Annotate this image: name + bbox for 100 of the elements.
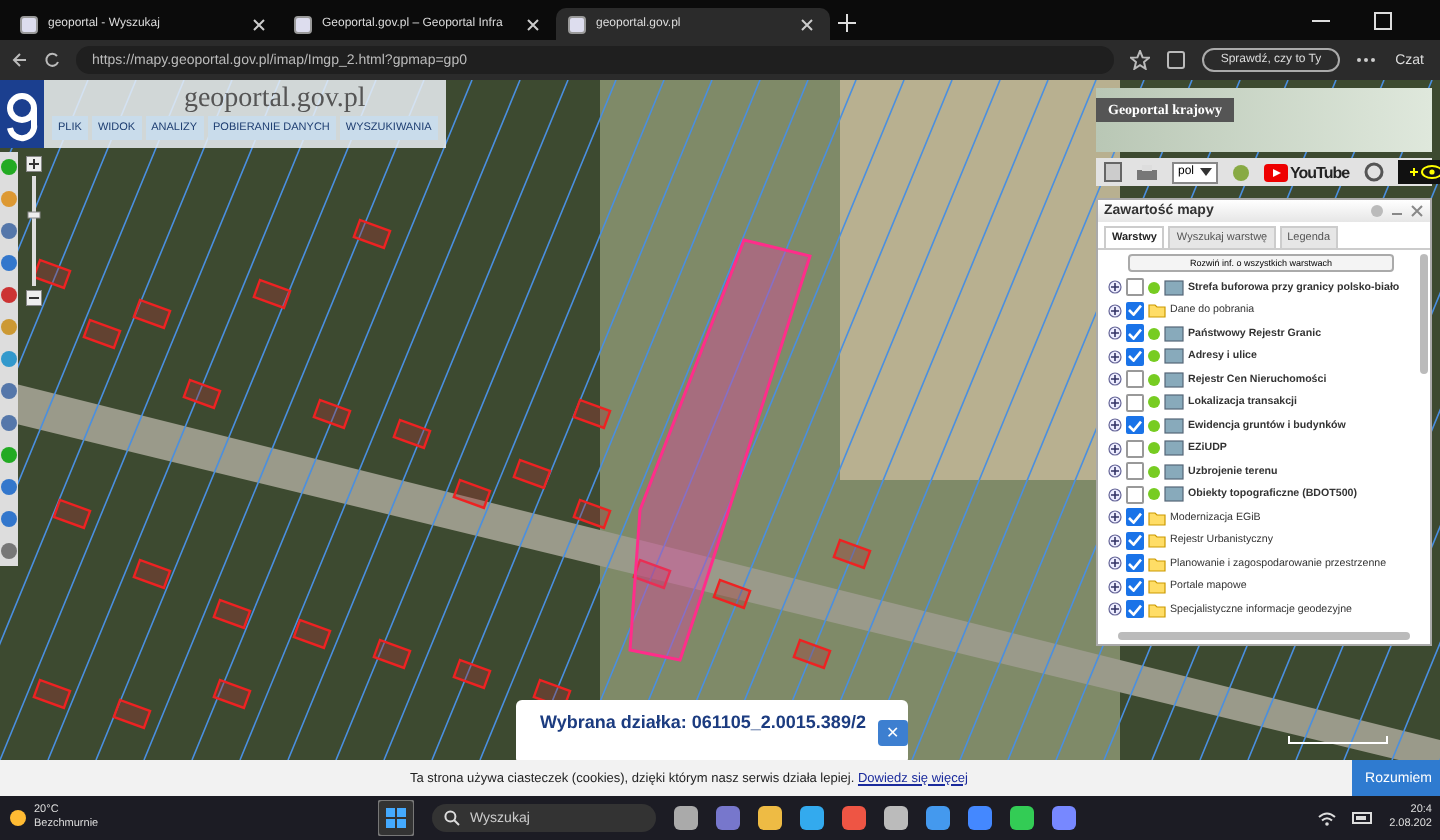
accessibility-icon[interactable]: [1397, 160, 1440, 184]
check-icon: [1128, 419, 1142, 432]
building-outline: [252, 278, 292, 310]
back-icon[interactable]: [12, 52, 28, 68]
status-dot-icon: [1148, 281, 1160, 294]
checkbox[interactable]: [1126, 278, 1144, 297]
scrollbar[interactable]: [1118, 632, 1410, 640]
close-button[interactable]: ✕: [877, 720, 908, 746]
close-icon[interactable]: [800, 17, 814, 31]
checkbox[interactable]: [1126, 577, 1144, 596]
status-dot-icon: [1148, 327, 1160, 340]
expand-icon[interactable]: [1108, 326, 1122, 341]
expand-icon[interactable]: [1108, 510, 1122, 525]
building-outline: [572, 398, 612, 430]
checkbox[interactable]: [1126, 370, 1144, 389]
checkbox[interactable]: [1126, 462, 1144, 481]
maximize-icon[interactable]: [1374, 11, 1392, 29]
building-outline: [112, 698, 152, 730]
app-icon[interactable]: [716, 806, 740, 830]
checkbox[interactable]: [1126, 485, 1144, 504]
building-outline: [572, 498, 612, 530]
app-icon[interactable]: [1010, 806, 1034, 830]
checkbox[interactable]: [1126, 554, 1144, 573]
zoom-in-icon[interactable]: [26, 156, 42, 172]
expand-icon[interactable]: [1108, 395, 1122, 410]
checkbox[interactable]: [1126, 347, 1144, 366]
expand-icon[interactable]: [1108, 579, 1122, 594]
scale-bar-icon: [1288, 736, 1388, 744]
expand-icon[interactable]: [1108, 441, 1122, 456]
checkbox[interactable]: [1126, 393, 1144, 412]
expand-icon[interactable]: [1108, 602, 1122, 617]
status-dot-icon: [1148, 465, 1160, 478]
building-outline: [352, 218, 392, 250]
close-icon[interactable]: [252, 17, 266, 31]
checkbox[interactable]: [1126, 600, 1144, 619]
plus-icon[interactable]: [838, 14, 856, 32]
building-outline: [292, 618, 332, 650]
expand-icon[interactable]: [1108, 487, 1122, 502]
expand-icon[interactable]: [1108, 418, 1122, 433]
app-icon[interactable]: [884, 806, 908, 830]
building-outline: [212, 598, 252, 630]
checkbox[interactable]: [1126, 439, 1144, 458]
app-icon[interactable]: [800, 806, 824, 830]
expand-icon[interactable]: [1108, 372, 1122, 387]
document-icon[interactable]: [1104, 162, 1122, 182]
site-logo-text: geoportal.gov.pl: [181, 84, 366, 116]
building-outline: [792, 638, 832, 670]
app-icon[interactable]: [842, 806, 866, 830]
building-outline: [392, 418, 432, 450]
sun-icon[interactable]: [8, 808, 28, 828]
page-icon: [294, 15, 312, 33]
building-outline: [52, 498, 92, 530]
logo-icon: [0, 80, 44, 148]
search-icon: [444, 810, 460, 826]
reload-icon[interactable]: [44, 52, 60, 68]
building-outline: [132, 558, 172, 590]
building-outline: [452, 478, 492, 510]
close-icon[interactable]: [526, 17, 540, 31]
building-outline: [512, 458, 552, 490]
checkbox[interactable]: [1126, 416, 1144, 435]
checkbox[interactable]: [1126, 508, 1144, 527]
expand-icon[interactable]: [1108, 280, 1122, 295]
extensions-icon[interactable]: [1166, 50, 1187, 70]
expand-icon[interactable]: [1108, 464, 1122, 479]
building-outline: [452, 658, 492, 690]
youtube-link[interactable]: YouTube: [1264, 163, 1350, 181]
building-outline: [32, 678, 72, 710]
status-dot-icon: [1148, 396, 1160, 409]
star-icon[interactable]: [1130, 50, 1151, 70]
zoom-out-icon[interactable]: [26, 290, 42, 306]
app-icon[interactable]: [968, 806, 992, 830]
expand-icon[interactable]: [1108, 533, 1122, 548]
checkbox[interactable]: [1126, 324, 1144, 343]
scrollbar[interactable]: [1420, 254, 1428, 374]
caret-icon: [1200, 168, 1213, 176]
wifi-icon[interactable]: [1317, 811, 1336, 825]
app-icon[interactable]: [926, 806, 950, 830]
building-outline: [32, 258, 72, 290]
checkbox[interactable]: [1126, 301, 1144, 320]
camera-icon[interactable]: [1363, 162, 1384, 182]
app-icon[interactable]: [758, 806, 782, 830]
checkbox[interactable]: [1126, 531, 1144, 550]
folder-icon: [1148, 302, 1166, 319]
page-icon: [20, 15, 38, 33]
play-icon: [1264, 163, 1289, 181]
building-outline: [212, 678, 252, 710]
status-dot-icon: [1148, 488, 1160, 501]
building-outline: [182, 378, 222, 410]
battery-icon[interactable]: [1351, 812, 1374, 824]
app-icon[interactable]: [674, 806, 698, 830]
status-dot-icon: [1148, 419, 1160, 432]
parcel-label: Wybrana działka: 061105_2.0015.389/2: [540, 712, 866, 732]
expand-icon[interactable]: [1108, 349, 1122, 364]
building-outline: [312, 398, 352, 430]
more-icon[interactable]: [1355, 56, 1376, 64]
expand-icon[interactable]: [1108, 556, 1122, 571]
zoom-slider-icon[interactable]: [26, 176, 42, 286]
app-icon[interactable]: [1052, 806, 1076, 830]
start-icon[interactable]: [378, 800, 414, 836]
expand-icon[interactable]: [1108, 303, 1122, 318]
